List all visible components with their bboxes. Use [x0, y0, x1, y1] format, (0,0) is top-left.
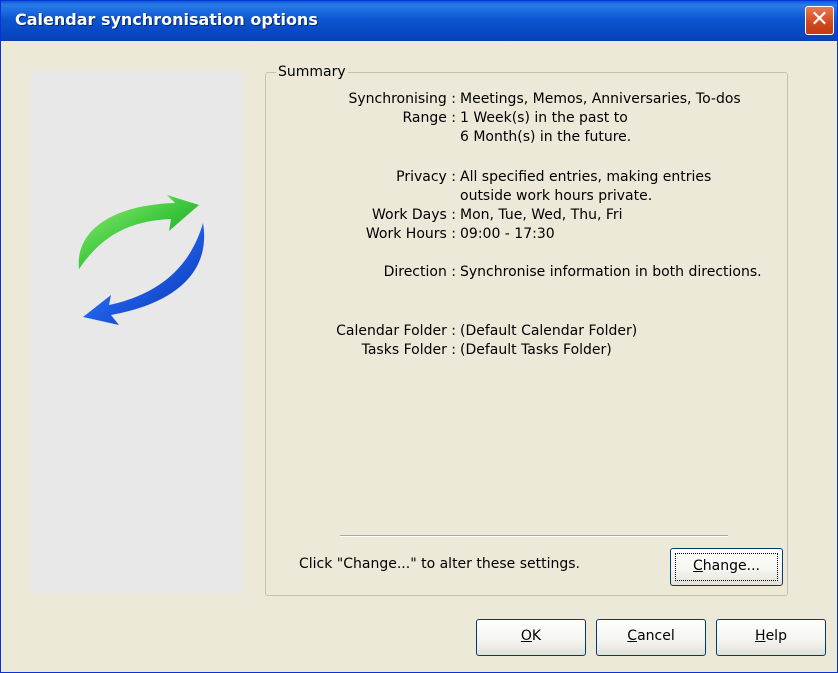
summary-row-value: outside work hours private.: [460, 188, 653, 204]
cancel-button[interactable]: Cancel: [596, 619, 706, 656]
summary-row-work-hours: Work Hours : 09:00 - 17:30: [266, 226, 787, 246]
summary-row-label: Tasks Folder :: [361, 342, 456, 358]
summary-row-label: Synchronising :: [348, 91, 456, 107]
summary-row-value: Mon, Tue, Wed, Thu, Fri: [460, 207, 623, 223]
summary-group-title: Summary: [276, 64, 348, 80]
summary-row-value: 09:00 - 17:30: [460, 226, 555, 242]
summary-row-direction: Direction : Synchronise information in b…: [266, 264, 787, 284]
help-button[interactable]: Help: [716, 619, 826, 656]
ok-button-mnemonic: O: [520, 628, 532, 644]
summary-row-synchronising: Synchronising : Meetings, Memos, Anniver…: [266, 91, 787, 111]
side-panel: [31, 71, 243, 594]
summary-groupbox: Summary Synchronising : Meetings, Memos,…: [265, 64, 788, 596]
ok-button-label: K: [531, 628, 542, 644]
cancel-button-mnemonic: C: [627, 628, 638, 644]
summary-row-label: Range :: [402, 110, 456, 126]
summary-row-label: Work Days :: [371, 207, 456, 223]
window-title: Calendar synchronisation options: [15, 10, 318, 29]
help-button-label: elp: [765, 628, 787, 644]
summary-row-value: 6 Month(s) in the future.: [460, 129, 632, 145]
cancel-button-label: ancel: [637, 628, 675, 644]
summary-row-value: (Default Calendar Folder): [460, 323, 638, 339]
summary-row-value: Synchronise information in both directio…: [460, 264, 762, 280]
help-button-mnemonic: H: [755, 628, 766, 644]
summary-row-range: Range : 1 Week(s) in the past to: [266, 110, 787, 130]
close-button[interactable]: ✕: [805, 6, 834, 35]
summary-row-privacy: Privacy : All specified entries, making …: [266, 169, 787, 189]
summary-row-value: (Default Tasks Folder): [460, 342, 612, 358]
summary-row-privacy-continued: outside work hours private.: [266, 188, 787, 208]
summary-row-label: Work Hours :: [365, 226, 456, 242]
focus-rectangle: [675, 553, 778, 581]
summary-row-value: Meetings, Memos, Anniversaries, To-dos: [460, 91, 741, 107]
title-bar[interactable]: Calendar synchronisation options ✕: [1, 1, 837, 41]
summary-row-label: Direction :: [383, 264, 456, 280]
summary-row-label: Privacy :: [396, 169, 456, 185]
summary-row-tasks-folder: Tasks Folder : (Default Tasks Folder): [266, 342, 787, 362]
summary-row-work-days: Work Days : Mon, Tue, Wed, Thu, Fri: [266, 207, 787, 227]
summary-row-value: 1 Week(s) in the past to: [460, 110, 628, 126]
summary-row-label: Calendar Folder :: [336, 323, 456, 339]
dialog-window: Calendar synchronisation options ✕ Summa…: [0, 0, 838, 673]
summary-row-range-continued: 6 Month(s) in the future.: [266, 129, 787, 149]
sync-arrows-icon: [78, 195, 205, 325]
ok-button[interactable]: OK: [476, 619, 586, 656]
change-button[interactable]: Change...: [670, 548, 783, 586]
summary-row-calendar-folder: Calendar Folder : (Default Calendar Fold…: [266, 323, 787, 343]
summary-row-value: All specified entries, making entries: [460, 169, 712, 185]
change-hint-text: Click "Change..." to alter these setting…: [299, 556, 580, 572]
summary-separator: [340, 535, 728, 537]
close-icon: ✕: [810, 7, 829, 32]
